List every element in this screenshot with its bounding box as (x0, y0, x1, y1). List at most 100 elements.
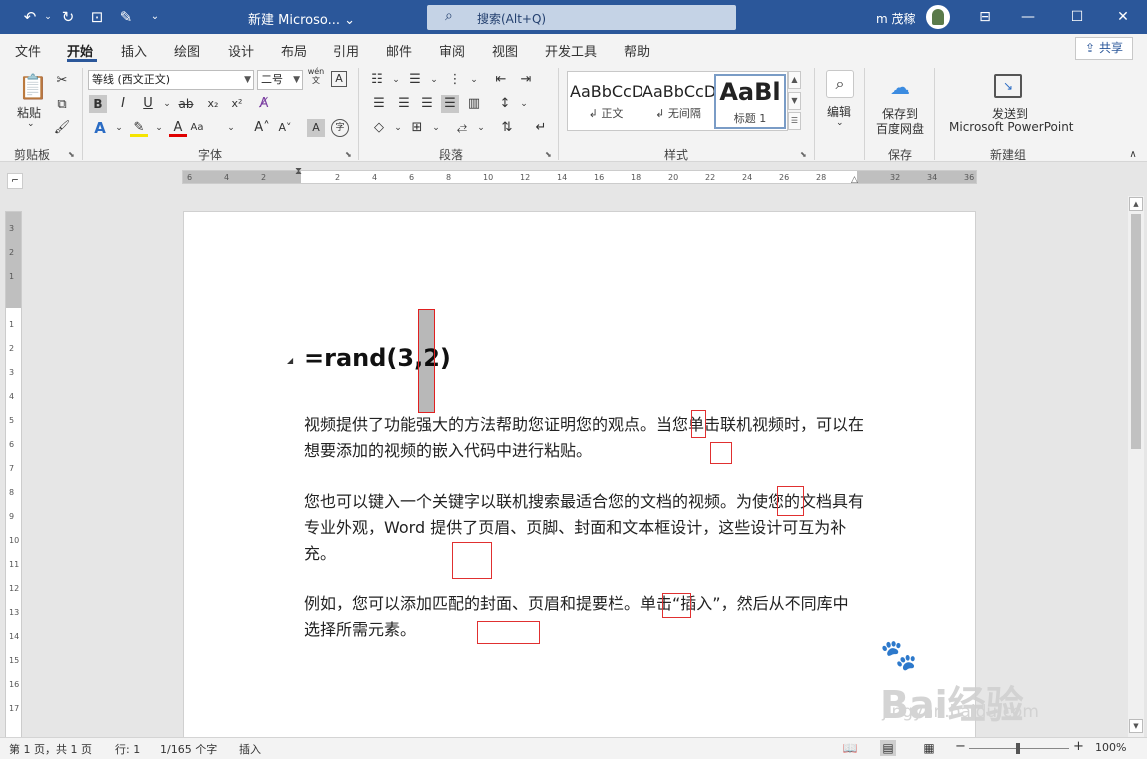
multilevel-dropdown-icon[interactable]: ⌄ (465, 71, 483, 89)
redo-icon[interactable]: ↻ (59, 8, 77, 26)
maximize-icon[interactable]: ☐ (1066, 6, 1088, 28)
tab-draw[interactable]: 绘图 (174, 41, 200, 60)
underline-dropdown-icon[interactable]: ⌄ (158, 95, 176, 113)
tab-layout[interactable]: 布局 (281, 41, 307, 60)
avatar[interactable] (926, 5, 950, 29)
align-left-icon[interactable]: ☰ (370, 95, 388, 113)
touch-mode-icon[interactable]: ⊡ (88, 8, 106, 26)
change-case-dropdown-icon[interactable]: ⌄ (222, 119, 240, 137)
zoom-slider-thumb[interactable] (1016, 743, 1020, 754)
bullets-icon[interactable]: ☷ (368, 71, 386, 89)
style-heading-1[interactable]: AaBl 标题 1 (714, 74, 786, 129)
enclose-char-icon[interactable]: 字 (331, 119, 349, 137)
paragraph-1[interactable]: 视频提供了功能强大的方法帮助您证明您的观点。当您单击联机视频时，可以在想要添加的… (304, 412, 864, 464)
shading-icon[interactable]: ◇ (370, 119, 388, 137)
indent-marker-icon[interactable]: ⧗ (295, 166, 302, 177)
show-marks-icon[interactable]: ↵ (532, 119, 550, 137)
tab-help[interactable]: 帮助 (624, 41, 650, 60)
numbering-icon[interactable]: ☰ (406, 71, 424, 89)
font-color-icon[interactable]: A (169, 119, 187, 137)
change-case-icon[interactable]: Aa (188, 119, 206, 137)
superscript-icon[interactable]: x² (228, 95, 246, 113)
ribbon-display-icon[interactable]: ⊟ (974, 6, 996, 28)
format-painter-icon[interactable]: 🖌 (53, 119, 71, 137)
tab-home[interactable]: 开始 (67, 41, 93, 60)
scroll-thumb[interactable] (1131, 214, 1141, 449)
zoom-level[interactable]: 100% (1095, 741, 1126, 754)
char-border-icon[interactable]: A (331, 71, 347, 87)
increase-indent-icon[interactable]: ⇥ (517, 71, 535, 89)
line-spacing-dropdown-icon[interactable]: ⌄ (515, 95, 533, 113)
subscript-icon[interactable]: x₂ (204, 95, 222, 113)
baidu-netdisk-label[interactable]: 百度网盘 (876, 120, 924, 137)
distributed-icon[interactable]: ▥ (465, 95, 483, 113)
highlight-dropdown-icon[interactable]: ⌄ (150, 119, 168, 137)
tab-developer[interactable]: 开发工具 (545, 41, 597, 60)
multilevel-list-icon[interactable]: ⋮ (446, 71, 464, 89)
line-spacing-icon[interactable]: ↕ (496, 95, 514, 113)
customize-toolbar-icon[interactable]: ⌄ (146, 8, 164, 26)
paragraph-launcher-icon[interactable]: ⬊ (545, 150, 552, 159)
sort-icon[interactable]: ⇅ (498, 119, 516, 137)
clear-formatting-icon[interactable]: A̸ (255, 95, 273, 113)
vertical-ruler[interactable]: 3 2 1 1 2 3 4 5 6 7 8 9 10 11 12 13 14 15 16 17 (5, 211, 22, 741)
bullets-dropdown-icon[interactable]: ⌄ (387, 71, 405, 89)
document-page[interactable]: ◢ =rand(3,2) 视频提供了功能强大的方法帮助您证明您的观点。当您单击联… (183, 211, 976, 741)
align-right-icon[interactable]: ☰ (418, 95, 436, 113)
shading-dropdown-icon[interactable]: ⌄ (389, 119, 407, 137)
numbering-dropdown-icon[interactable]: ⌄ (425, 71, 443, 89)
word-count[interactable]: 1/165 个字 (160, 741, 217, 757)
print-layout-icon[interactable]: ▤ (880, 740, 896, 756)
text-effects-icon[interactable]: A (91, 119, 109, 137)
gallery-more-icon[interactable]: ☰ (788, 112, 801, 130)
collapse-ribbon-icon[interactable]: ∧ (1124, 146, 1142, 164)
cut-icon[interactable]: ✂ (53, 72, 71, 90)
styles-launcher-icon[interactable]: ⬊ (800, 150, 807, 159)
edit-form-icon[interactable]: ✎ (117, 8, 135, 26)
page-count[interactable]: 第 1 页，共 1 页 (9, 741, 92, 757)
tab-insert[interactable]: 插入 (121, 41, 147, 60)
undo-icon[interactable]: ↶ (21, 8, 39, 26)
copy-icon[interactable]: ⧉ (53, 96, 71, 114)
user-name[interactable]: m 茂稼 (876, 10, 916, 27)
style-normal[interactable]: AaBbCcDc ↲ 正文 (570, 74, 642, 129)
borders-icon[interactable]: ⊞ (408, 119, 426, 137)
clipboard-launcher-icon[interactable]: ⬊ (68, 150, 75, 159)
tab-review[interactable]: 审阅 (439, 41, 465, 60)
editing-dropdown-icon[interactable]: ⌄ (836, 118, 844, 128)
highlight-icon[interactable]: ✎ (130, 119, 148, 137)
search-box[interactable]: ⌕ 搜索(Alt+Q) (427, 5, 736, 30)
tab-view[interactable]: 视图 (492, 41, 518, 60)
underline-icon[interactable]: U (139, 95, 157, 113)
find-icon[interactable]: ⌕ (826, 70, 854, 98)
bold-icon[interactable]: B (89, 95, 107, 113)
tab-mailings[interactable]: 邮件 (386, 41, 412, 60)
undo-dropdown-icon[interactable]: ⌄ (39, 8, 57, 26)
chinese-layout-dropdown-icon[interactable]: ⌄ (472, 119, 490, 137)
strikethrough-icon[interactable]: ab (177, 95, 195, 113)
baidu-netdisk-icon[interactable]: ☁ (887, 74, 913, 100)
gallery-up-icon[interactable]: ▲ (788, 71, 801, 89)
paste-dropdown-icon[interactable]: ⌄ (27, 119, 35, 129)
justify-icon[interactable]: ☰ (441, 95, 459, 113)
grow-font-icon[interactable]: A˄ (253, 119, 271, 137)
font-size-select[interactable]: 二号 ▼ (257, 70, 303, 90)
decrease-indent-icon[interactable]: ⇤ (492, 71, 510, 89)
tab-references[interactable]: 引用 (333, 41, 359, 60)
align-center-icon[interactable]: ☰ (395, 95, 413, 113)
tab-selector-icon[interactable]: ⌐ (7, 173, 23, 189)
zoom-in-icon[interactable]: + (1073, 739, 1084, 754)
collapse-heading-icon[interactable]: ◢ (287, 356, 293, 365)
insert-mode[interactable]: 插入 (239, 741, 261, 757)
close-icon[interactable]: ✕ (1112, 6, 1134, 28)
web-layout-icon[interactable]: ▦ (921, 740, 937, 756)
tab-design[interactable]: 设计 (228, 41, 254, 60)
font-launcher-icon[interactable]: ⬊ (345, 150, 352, 159)
phonetic-guide-icon[interactable]: wén 文 (307, 67, 325, 85)
line-number[interactable]: 行: 1 (115, 741, 140, 757)
scroll-up-icon[interactable]: ▲ (1129, 197, 1143, 211)
zoom-out-icon[interactable]: − (955, 739, 966, 754)
paste-icon[interactable]: 📋 (18, 72, 48, 102)
right-indent-icon[interactable]: △ (851, 175, 858, 185)
vertical-scrollbar[interactable]: ▲ ▼ (1128, 196, 1144, 741)
